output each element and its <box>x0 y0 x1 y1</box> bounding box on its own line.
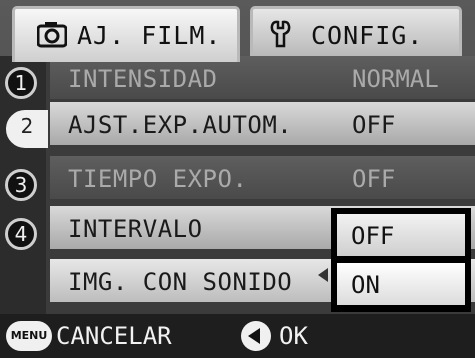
option-off[interactable]: OFF <box>337 214 465 256</box>
page-3-icon[interactable]: 3 <box>5 169 37 201</box>
menu-button-icon[interactable]: MENU <box>6 321 52 351</box>
row-tiempo-expo: TIEMPO EXPO. OFF <box>50 156 475 202</box>
left-arrow-icon <box>318 268 328 282</box>
row-label: TIEMPO EXPO. <box>68 165 248 193</box>
row-value: OFF <box>352 165 396 193</box>
menu-icon-label: MENU <box>10 329 48 342</box>
tab-label: CONFIG. <box>311 21 424 50</box>
row-intensidad: INTENSIDAD NORMAL <box>50 56 475 102</box>
cancel-label: CANCELAR <box>56 322 172 350</box>
page-4-icon[interactable]: 4 <box>5 218 37 250</box>
page-2-icon[interactable]: 2 <box>6 110 48 148</box>
tab-label: AJ. FILM. <box>77 21 222 50</box>
option-on[interactable]: ON <box>337 263 465 305</box>
row-value: NORMAL <box>352 65 439 93</box>
ok-label: OK <box>279 322 308 350</box>
row-value: OFF <box>352 111 396 139</box>
left-arrow-button-icon[interactable] <box>241 321 271 351</box>
camera-menu-screen: AJ. FILM. CONFIG. 1 2 3 4 INTENSIDAD NOR… <box>0 0 475 358</box>
camera-icon <box>37 22 67 48</box>
row-ajst-exp-autom[interactable]: AJST.EXP.AUTOM. OFF <box>50 102 475 148</box>
wrench-icon <box>270 20 291 48</box>
option-label: ON <box>351 271 380 299</box>
row-label: INTERVALO <box>68 215 203 243</box>
row-label: INTENSIDAD <box>68 65 218 93</box>
tab-aj-film[interactable]: AJ. FILM. <box>12 6 240 62</box>
footer-bar: MENU CANCELAR OK <box>0 314 475 358</box>
option-dropdown[interactable]: OFF ON <box>331 208 471 312</box>
row-label: AJST.EXP.AUTOM. <box>68 111 293 139</box>
page-1-icon[interactable]: 1 <box>5 67 37 99</box>
row-label: IMG. CON SONIDO <box>68 268 293 296</box>
page-indicator: 1 2 3 4 <box>0 56 48 314</box>
option-label: OFF <box>351 222 395 250</box>
tab-config[interactable]: CONFIG. <box>250 6 462 56</box>
